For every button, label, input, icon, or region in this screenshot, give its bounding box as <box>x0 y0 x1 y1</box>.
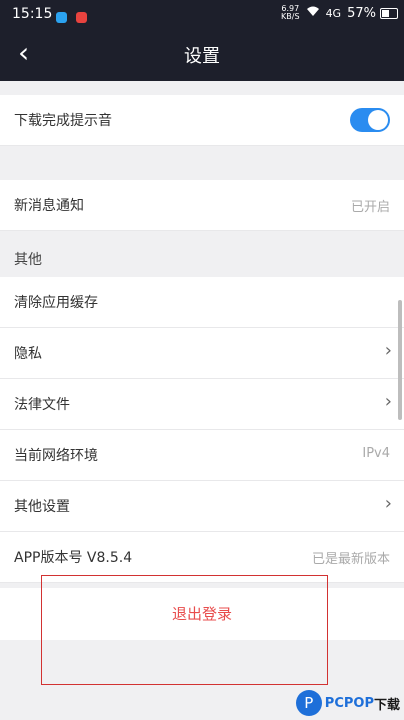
notification-icons <box>56 8 91 27</box>
app-icon <box>76 12 88 23</box>
signal-icon: 4G <box>326 7 342 20</box>
legal-label: 法律文件 <box>14 397 70 413</box>
version-value: 已是最新版本 <box>311 552 390 567</box>
section-other-label: 其他 <box>14 252 42 268</box>
download-sound-toggle[interactable] <box>350 108 390 132</box>
chevron-right-icon: › <box>384 493 392 514</box>
video-app-icon <box>56 12 67 23</box>
download-sound-label: 下载完成提示音 <box>14 113 112 129</box>
status-bar: 15:15 6.97 KB/S 4G 57% <box>0 0 404 28</box>
watermark-suffix: 下载 <box>373 697 400 713</box>
watermark-text: PCPOP <box>324 695 374 711</box>
page-title: 设置 <box>184 46 220 67</box>
row-other-settings[interactable]: 其他设置 › <box>0 481 404 532</box>
chevron-right-icon: › <box>384 340 392 361</box>
signal-label: 4G <box>325 6 342 20</box>
row-legal[interactable]: 法律文件 › <box>0 379 404 430</box>
battery-fill <box>382 9 390 17</box>
row-notifications[interactable]: 新消息通知 已开启 <box>0 180 404 231</box>
notifications-label: 新消息通知 <box>14 198 84 214</box>
wifi-icon <box>306 6 320 20</box>
other-settings-label: 其他设置 <box>14 499 70 515</box>
watermark: P PCPOP 下载 <box>295 690 400 716</box>
settings-list: 下载完成提示音 新消息通知 已开启 其他 清除应用缓存 隐私 › 法律文件 › … <box>0 81 404 583</box>
privacy-label: 隐私 <box>14 346 42 362</box>
toggle-knob <box>368 110 388 130</box>
battery-icon <box>380 7 398 19</box>
scrollbar[interactable] <box>398 300 402 420</box>
status-right: 6.97 KB/S 4G 57% <box>281 5 398 21</box>
row-download-sound: 下载完成提示音 <box>0 95 404 146</box>
network-label: 当前网络环境 <box>14 448 98 464</box>
net-speed: 6.97 KB/S <box>281 5 300 21</box>
chevron-right-icon: › <box>384 391 392 412</box>
status-time: 15:15 <box>12 6 53 22</box>
row-clear-cache[interactable]: 清除应用缓存 <box>0 277 404 328</box>
network-value: IPv4 <box>362 446 390 461</box>
battery-percent: 57% <box>347 5 376 21</box>
clear-cache-label: 清除应用缓存 <box>14 295 98 311</box>
nav-bar: ‹ 设置 <box>0 28 404 81</box>
net-speed-unit: KB/S <box>281 12 300 21</box>
highlight-box <box>41 575 328 685</box>
version-label: APP版本号 V8.5.4 <box>14 550 133 566</box>
row-network: 当前网络环境 IPv4 <box>0 430 404 481</box>
watermark-logo-icon: P <box>295 690 322 716</box>
row-privacy[interactable]: 隐私 › <box>0 328 404 379</box>
notifications-value: 已开启 <box>350 200 390 215</box>
section-other: 其他 <box>0 231 404 277</box>
